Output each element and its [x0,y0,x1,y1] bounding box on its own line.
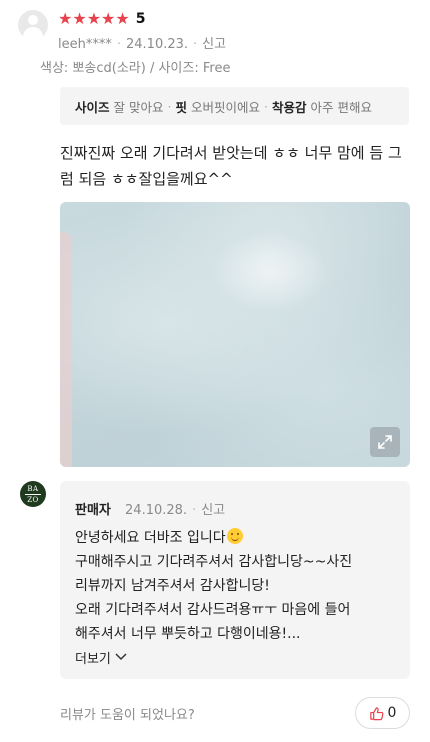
helpful-question: 리뷰가 도움이 되었나요? [60,708,195,723]
reply-date: 24.10.28. [125,503,188,518]
review-text-line: 진짜진짜 오래 기다려서 받앗는데 ㅎㅎ 너무 맘에 듬 그 [60,144,402,162]
expand-icon[interactable] [370,427,400,457]
reply-line: 구매해주시고 기다려주셔서 감사합니당~~사진 [75,554,353,570]
reply-text: 안녕하세요 더바조 입니다 구매해주시고 기다려주셔서 감사합니당~~사진 리뷰… [75,526,400,646]
review-meta: leeh**** · 24.10.23. · 신고 [58,37,227,52]
purchase-option: 색상: 뽀송cd(소라) / 사이즈: Free [40,61,231,76]
survey-key-size: 사이즈 [75,99,110,115]
reply-report-link[interactable]: 신고 [201,503,225,518]
star-icon: ★ [101,9,116,28]
rating-stars: ★ ★ ★ ★ ★ 5 [58,10,145,28]
survey-value-comfort: 아주 편해요 [310,99,372,115]
reply-line: 오래 기다려주셔서 감사드려용ㅠㅜ 마음에 들어 [75,602,351,618]
review-date: 24.10.23. [126,37,189,52]
seller-logo: BA ZO [20,481,46,507]
seller-reply: 판매자 24.10.28. · 신고 안녕하세요 더바조 입니다 구매해주시고 기다… [60,481,410,679]
survey-value-size: 잘 맞아요 [113,99,164,115]
more-label: 더보기 [75,652,111,667]
review-photo[interactable] [60,202,410,467]
reply-header: 판매자 24.10.28. · 신고 [75,503,226,518]
review-text: 진짜진짜 오래 기다려서 받앗는데 ㅎㅎ 너무 맘에 듬 그 럼 되음 ㅎㅎ잘입… [60,140,412,192]
star-icon: ★ [72,9,87,28]
thumbs-up-icon [369,706,383,720]
survey-key-comfort: 착용감 [272,99,307,115]
review-text-line: 럼 되음 ㅎㅎ잘입을께요^^ [60,170,233,188]
user-avatar-icon [18,10,48,40]
rating-value: 5 [135,11,146,27]
survey-summary: 사이즈 잘 맞아요 · 핏 오버핏이에요 · 착용감 아주 편해요 [60,87,409,125]
smiley-emoji-icon [226,528,243,544]
review-card: ★ ★ ★ ★ ★ 5 leeh**** · 24.10.23. · 신고 색상: 뽀송… [0,0,430,742]
star-icon: ★ [86,9,102,28]
reply-line: 안녕하세요 더바조 입니다 [75,530,226,546]
reply-line: 해주셔서 너무 뿌듯하고 다행이네용!... [75,626,301,642]
star-icon: ★ [115,9,130,28]
survey-value-fit: 오버핏이에요 [191,99,261,115]
report-link[interactable]: 신고 [202,37,226,52]
seller-label: 판매자 [75,503,111,518]
star-icon: ★ [58,9,73,28]
helpful-count: 0 [387,705,397,721]
review-header: ★ ★ ★ ★ ★ 5 leeh**** · 24.10.23. · 신고 [18,8,412,60]
reply-line: 리뷰까지 남겨주셔서 감사합니당! [75,578,270,594]
more-button[interactable]: 더보기 [75,648,127,667]
survey-key-fit: 핏 [175,99,187,115]
username: leeh**** [58,37,112,52]
helpful-button[interactable]: 0 [355,697,410,729]
chevron-down-icon [115,650,127,665]
